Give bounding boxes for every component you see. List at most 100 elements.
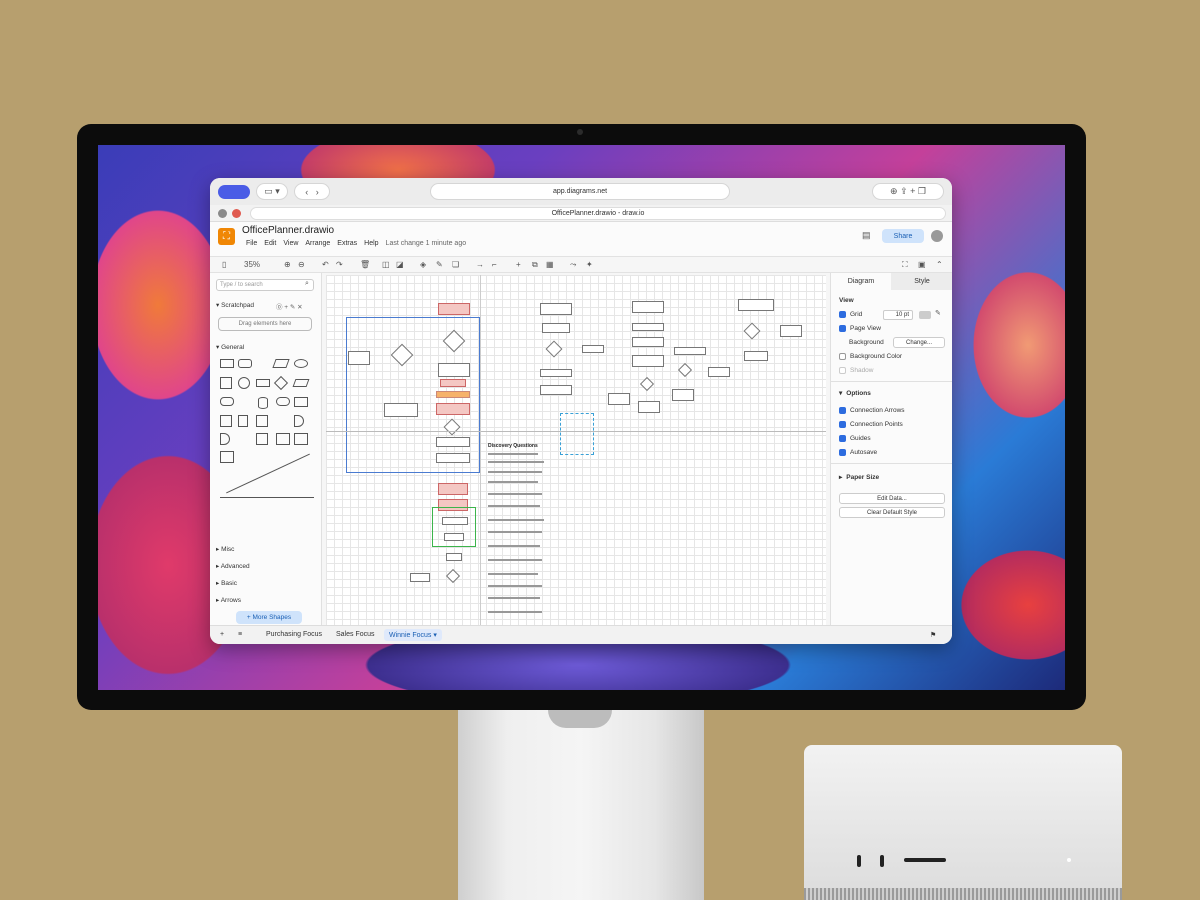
- edit-style-icon[interactable]: ⤳: [570, 260, 576, 270]
- diagram-node[interactable]: [632, 337, 664, 347]
- cylinder-shape[interactable]: [258, 397, 268, 409]
- menu-view[interactable]: View: [283, 240, 298, 247]
- diagram-node[interactable]: [674, 347, 706, 355]
- rectangle-shape[interactable]: [220, 359, 234, 368]
- pages-menu-icon[interactable]: ≡: [238, 631, 242, 638]
- options-heading[interactable]: ▾ Options: [839, 389, 871, 398]
- diagram-node[interactable]: [744, 351, 768, 361]
- grid-color-swatch[interactable]: [919, 311, 931, 319]
- ellipse-shape[interactable]: [294, 359, 308, 368]
- shape-search-input[interactable]: Type / to search: [216, 279, 314, 291]
- close-window-button[interactable]: [218, 209, 227, 218]
- menu-help[interactable]: Help: [364, 240, 378, 247]
- diagram-node[interactable]: [582, 345, 604, 353]
- format-panel-icon[interactable]: ▯: [222, 260, 226, 269]
- advanced-header[interactable]: ▸ Advanced: [216, 562, 250, 570]
- diagram-node[interactable]: [438, 363, 470, 377]
- zoom-level[interactable]: 35%: [244, 260, 260, 269]
- diagram-node[interactable]: [440, 379, 466, 387]
- more-shapes-button[interactable]: + More Shapes: [236, 611, 302, 624]
- autosave-checkbox[interactable]: [839, 449, 846, 456]
- document-shape[interactable]: [238, 415, 248, 427]
- guides-option[interactable]: Guides: [839, 435, 871, 442]
- page-tab-purchasing[interactable]: Purchasing Focus: [266, 631, 322, 638]
- menu-arrange[interactable]: Arrange: [305, 240, 330, 247]
- diagram-node[interactable]: [446, 553, 462, 561]
- diagram-node[interactable]: [632, 301, 664, 313]
- diagram-node[interactable]: [672, 389, 694, 401]
- scratchpad-dropzone[interactable]: Drag elements here: [218, 317, 312, 331]
- note-shape[interactable]: [294, 397, 308, 407]
- diagram-node[interactable]: [632, 323, 664, 331]
- zoom-in-icon[interactable]: ⊕: [284, 260, 291, 269]
- diagram-node[interactable]: [540, 303, 572, 315]
- diagram-node[interactable]: [436, 437, 470, 447]
- misc-header[interactable]: ▸ Misc: [216, 545, 234, 553]
- diagram-node[interactable]: [436, 391, 470, 398]
- diagram-node[interactable]: [638, 401, 660, 413]
- guides-checkbox[interactable]: [839, 435, 846, 442]
- help-icon[interactable]: ⚑: [930, 631, 936, 639]
- tab-overview-button[interactable]: [218, 185, 250, 199]
- arrows-header[interactable]: ▸ Arrows: [216, 596, 241, 604]
- connection-arrows-checkbox[interactable]: [839, 407, 846, 414]
- edit-color-icon[interactable]: ✎: [935, 309, 941, 317]
- line-shapes[interactable]: [226, 453, 310, 494]
- diagram-node[interactable]: [444, 533, 464, 541]
- rounded-rect-shape[interactable]: [238, 359, 252, 368]
- change-background-button[interactable]: Change...: [893, 337, 945, 348]
- redo-icon[interactable]: ↷: [336, 260, 343, 269]
- circle-shape[interactable]: [238, 377, 250, 389]
- doc-heading[interactable]: Discovery Questions: [488, 443, 538, 449]
- or-shape[interactable]: [294, 415, 304, 427]
- share-button[interactable]: Share: [882, 229, 924, 243]
- address-bar[interactable]: app.diagrams.net: [430, 183, 730, 200]
- fullscreen-icon[interactable]: ⛶: [902, 260, 908, 270]
- diagram-node[interactable]: [540, 369, 572, 377]
- collapse-icon[interactable]: ⌃: [936, 260, 943, 269]
- delete-icon[interactable]: 🗑: [360, 260, 370, 269]
- browser-actions[interactable]: ⊕ ⇪ + ❐: [872, 183, 944, 200]
- list-shape[interactable]: [294, 433, 308, 445]
- waypoints-icon[interactable]: ⌐: [492, 260, 497, 269]
- tab-diagram[interactable]: Diagram: [831, 273, 891, 290]
- general-header[interactable]: ▾ General: [216, 343, 244, 351]
- hexagon-shape[interactable]: [220, 397, 234, 406]
- page-tab-sales[interactable]: Sales Focus: [336, 631, 375, 638]
- clear-default-style-button[interactable]: Clear Default Style: [839, 507, 945, 518]
- data-shape[interactable]: [292, 379, 310, 387]
- diagram-node[interactable]: [442, 517, 468, 525]
- diagram-node[interactable]: [542, 323, 570, 333]
- record-icon[interactable]: [232, 209, 241, 218]
- diamond-shape[interactable]: [273, 375, 289, 391]
- selected-text-block[interactable]: [560, 413, 594, 455]
- process-shape[interactable]: [256, 379, 270, 387]
- decision-node[interactable]: [639, 376, 655, 392]
- text-block[interactable]: [488, 409, 516, 433]
- diagram-node[interactable]: [608, 393, 630, 405]
- sidebar-toggle-button[interactable]: ▭ ▾: [256, 183, 288, 200]
- menu-edit[interactable]: Edit: [264, 240, 276, 247]
- card-shape[interactable]: [256, 415, 268, 427]
- zoom-out-icon[interactable]: ⊖: [298, 260, 305, 269]
- to-back-icon[interactable]: ◪: [396, 260, 404, 269]
- diagram-node[interactable]: [436, 403, 470, 415]
- decision-node[interactable]: [545, 340, 563, 358]
- diagram-node[interactable]: [436, 453, 470, 463]
- panel-icon[interactable]: ▣: [918, 260, 926, 269]
- frame-shape[interactable]: [256, 433, 268, 445]
- paper-size-heading[interactable]: ▸ Paper Size: [839, 473, 879, 482]
- connection-icon[interactable]: →: [476, 260, 484, 269]
- diagram-canvas[interactable]: Discovery Questions: [326, 275, 826, 625]
- table-icon[interactable]: ▦: [546, 260, 554, 269]
- menu-extras[interactable]: Extras: [337, 240, 357, 247]
- active-tab[interactable]: OfficePlanner.drawio - draw.io: [250, 207, 946, 220]
- autosave-option[interactable]: Autosave: [839, 449, 877, 456]
- decision-node[interactable]: [677, 362, 693, 378]
- text-block[interactable]: [778, 391, 818, 409]
- page-tab-winnie[interactable]: Winnie Focus ▾: [384, 629, 442, 641]
- shapes-icon[interactable]: ⧉: [532, 260, 538, 270]
- search-icon[interactable]: ⌕: [305, 280, 309, 288]
- diagram-node[interactable]: [708, 367, 730, 377]
- insert-icon[interactable]: +: [516, 260, 521, 269]
